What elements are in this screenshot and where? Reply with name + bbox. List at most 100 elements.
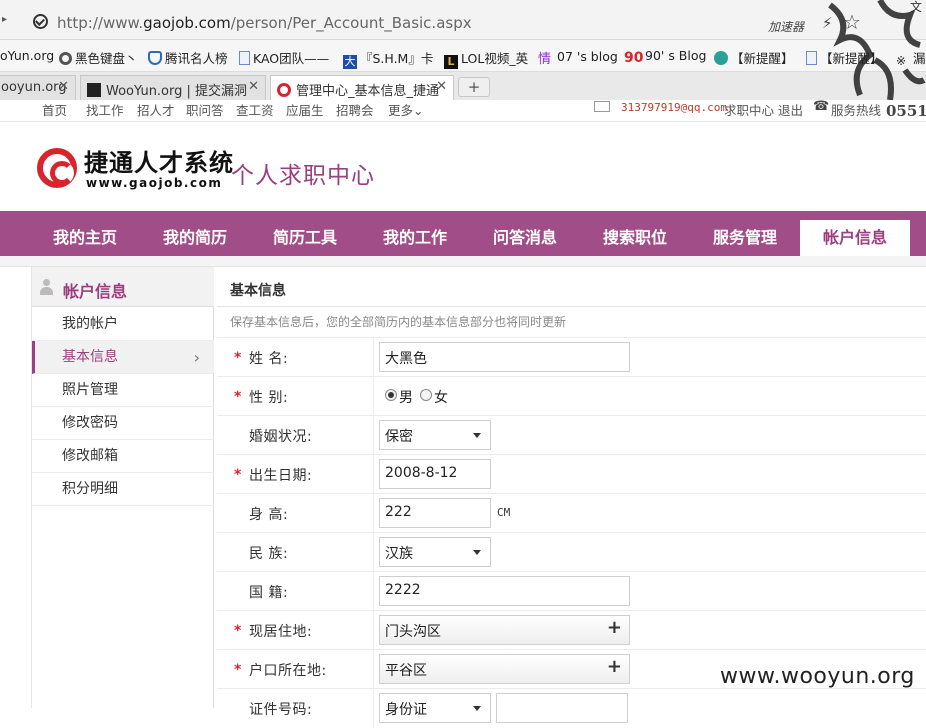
link-home[interactable]: 首页: [42, 100, 67, 119]
label-cell: * 出生日期:: [217, 455, 374, 494]
tab-admin-center[interactable]: 管理中心_基本信息_捷通 ✕: [270, 75, 454, 101]
gender-male-label[interactable]: 男: [399, 387, 413, 407]
height-input[interactable]: 222: [379, 498, 491, 528]
sidebar-item-basic-info[interactable]: 基本信息 ›: [32, 341, 214, 374]
plus-icon: +: [606, 617, 622, 638]
nav-search-jobs[interactable]: 搜索职位: [580, 211, 690, 256]
id-number-input[interactable]: [496, 693, 628, 723]
chevron-right-icon: ›: [193, 348, 200, 367]
required-mark: *: [234, 389, 242, 405]
marital-label: 婚姻状况:: [249, 429, 313, 445]
close-icon[interactable]: ✕: [58, 79, 69, 94]
bookmark-label: 黑色键盘丶: [75, 51, 138, 66]
required-mark: *: [234, 350, 242, 366]
hukou-picker[interactable]: 平谷区 +: [379, 654, 630, 684]
nav-my-resume[interactable]: 我的简历: [140, 211, 250, 256]
label-cell: 民 族:: [217, 533, 374, 572]
nav-my-home[interactable]: 我的主页: [30, 211, 140, 256]
nav-resume-tools[interactable]: 简历工具: [250, 211, 360, 256]
gender-male-radio[interactable]: [385, 389, 397, 401]
birthdate-input[interactable]: 2008-8-12: [379, 459, 491, 489]
row-residence: * 现居住地: 门头沟区 +: [217, 610, 926, 650]
marital-select[interactable]: 保密: [379, 420, 491, 450]
panel-hint: 保存基本信息后，您的全部简历内的基本信息部分也将同时更新: [230, 315, 567, 329]
marital-value: 保密: [385, 429, 413, 445]
name-input[interactable]: 大黑色: [379, 342, 630, 372]
link-find-job[interactable]: 找工作: [86, 100, 124, 119]
sidebar-item-my-account[interactable]: 我的帐户: [32, 308, 214, 341]
bookmark-label: KAO团队——: [253, 51, 330, 66]
close-icon[interactable]: ✕: [436, 79, 447, 94]
bookmark-label: 腾讯名人榜: [165, 51, 228, 66]
chevron-down-icon: ⌄: [413, 103, 424, 118]
url-field[interactable]: http://www.gaojob.com/person/Per_Account…: [57, 14, 472, 32]
gender-label: 性 别:: [249, 390, 289, 406]
id-type-select[interactable]: 身份证: [379, 693, 491, 723]
residence-label: 现居住地:: [249, 624, 313, 640]
sidebar-item-change-password[interactable]: 修改密码: [32, 407, 214, 440]
residence-picker[interactable]: 门头沟区 +: [379, 615, 630, 645]
bookmark-label: LOL视频_英: [461, 51, 529, 66]
nationality-label: 国 籍:: [249, 585, 289, 601]
nav-qa-messages[interactable]: 问答消息: [470, 211, 580, 256]
link-job-fair[interactable]: 招聘会: [336, 100, 374, 119]
hotline-number: 0551: [886, 102, 926, 120]
sidebar-item-photos[interactable]: 照片管理: [32, 374, 214, 407]
dropdown-arrow-icon[interactable]: ▸: [2, 14, 7, 25]
sidebar-title: 帐户信息: [63, 282, 128, 301]
bookmarks-bar: oYun.org 黑色键盘丶 腾讯名人榜 KAO团队—— 大『S.H.M』卡 L…: [0, 40, 926, 72]
link-graduates[interactable]: 应届生: [286, 100, 324, 119]
row-marital: 婚姻状况: 保密: [217, 415, 926, 455]
logo-domain: www.gaojob.com: [86, 176, 223, 190]
link-recruit[interactable]: 招人才: [137, 100, 175, 119]
close-icon[interactable]: ✕: [248, 79, 259, 94]
bookmark-black-keyboard[interactable]: 黑色键盘丶: [59, 48, 138, 67]
bookmark-tencent[interactable]: 腾讯名人榜: [148, 48, 228, 67]
bookmark-lol[interactable]: L LOL视频_英: [444, 48, 528, 69]
gaojob-logo-icon[interactable]: [37, 148, 77, 188]
bookmark-wooyun[interactable]: oYun.org: [0, 48, 54, 63]
ethnicity-label: 民 族:: [249, 546, 289, 562]
bookmark-label: 90' s Blog: [645, 48, 707, 63]
height-unit: CM: [497, 506, 511, 519]
tab-wooyun-1[interactable]: ooyun.org ✕: [0, 75, 76, 100]
link-salary[interactable]: 查工资: [236, 100, 274, 119]
sidebar-item-points[interactable]: 积分明细: [32, 473, 214, 506]
link-job-center[interactable]: 求职中心: [724, 100, 774, 119]
tab-wooyun-submit[interactable]: WooYun.org | 提交漏洞 ✕: [80, 75, 266, 100]
link-more[interactable]: 更多⌄: [388, 100, 424, 119]
bookmark-new-remind-1[interactable]: 【新提醒】: [714, 48, 794, 67]
wooyun-icon: [87, 83, 101, 97]
row-ethnicity: 民 族: 汉族: [217, 532, 926, 572]
label-cell: 国 籍:: [217, 572, 374, 611]
sidebar-item-change-email[interactable]: 修改邮箱: [32, 440, 214, 473]
bookmark-label: oYun.org: [0, 48, 55, 63]
accelerator-button[interactable]: 加速器: [768, 18, 804, 35]
link-logout[interactable]: 退出: [778, 100, 803, 119]
nav-account-info[interactable]: 帐户信息: [800, 220, 910, 256]
site-top-links: 首页 找工作 招人才 职问答 查工资 应届生 招聘会 更多⌄ 313797919…: [0, 99, 926, 122]
label-cell: 证件号码:: [217, 689, 374, 728]
bookmark-07-blog[interactable]: 情 07 's blog: [538, 48, 618, 67]
height-label: 身 高:: [249, 507, 289, 523]
link-career-qa[interactable]: 职问答: [186, 100, 224, 119]
required-mark: *: [234, 623, 242, 639]
logo-cn-name[interactable]: 捷通人才系统: [84, 143, 234, 178]
id-label: 证件号码:: [249, 702, 313, 718]
bookmark-90-blog[interactable]: 90 90' s Blog: [624, 48, 707, 66]
id-type-value: 身份证: [385, 702, 427, 718]
ethnicity-select[interactable]: 汉族: [379, 537, 491, 567]
nationality-input[interactable]: 2222: [379, 576, 630, 606]
site-header: 捷通人才系统 www.gaojob.com 个人求职中心: [0, 123, 926, 211]
nav-my-work[interactable]: 我的工作: [360, 211, 470, 256]
gender-female-label[interactable]: 女: [434, 387, 448, 407]
label-cell: * 现居住地:: [217, 611, 374, 650]
gender-female-radio[interactable]: [420, 389, 432, 401]
bookmark-shm[interactable]: 大『S.H.M』卡: [343, 48, 433, 69]
nav-service-mgmt[interactable]: 服务管理: [690, 211, 800, 256]
bookmark-kao[interactable]: KAO团队——: [239, 48, 329, 67]
user-email[interactable]: 313797919@qq.com: [621, 101, 727, 114]
new-tab-button[interactable]: +: [458, 77, 490, 97]
mail-icon: [594, 101, 610, 112]
label-cell: 婚姻状况:: [217, 416, 374, 455]
